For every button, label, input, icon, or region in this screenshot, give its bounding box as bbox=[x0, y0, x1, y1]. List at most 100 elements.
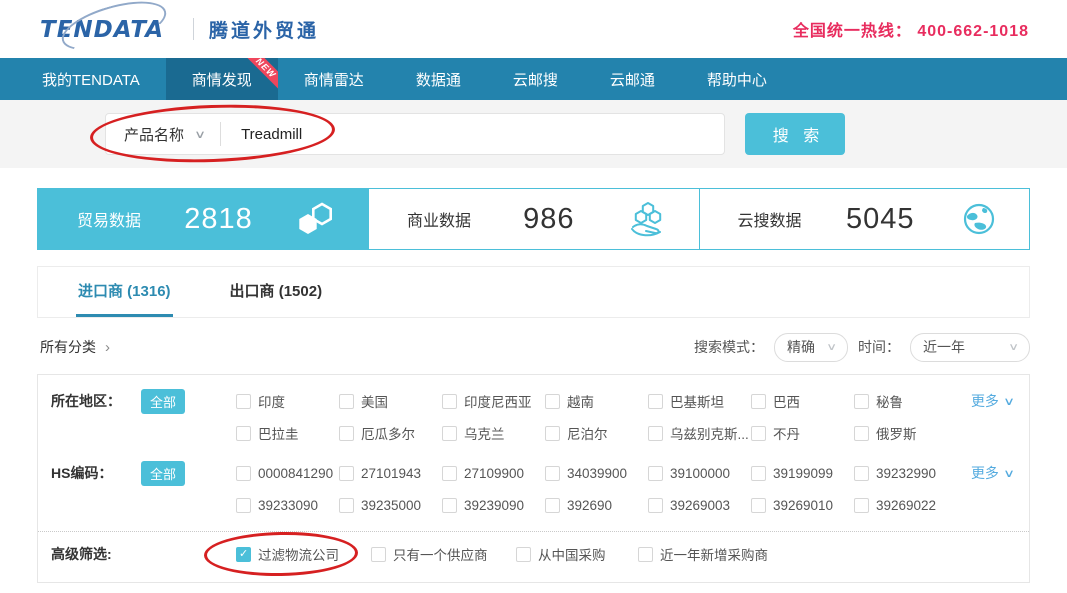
hs-more-link[interactable]: 更多 ∨ bbox=[971, 463, 1013, 483]
hs-option[interactable]: 39269003 bbox=[648, 498, 751, 513]
brand[interactable]: TENDATA 腾道外贸通 bbox=[34, 11, 319, 47]
checkbox-icon[interactable] bbox=[236, 394, 251, 409]
checkbox-icon[interactable] bbox=[648, 426, 663, 441]
advanced-option-single-supplier[interactable]: 只有一个供应商 bbox=[371, 544, 516, 564]
hs-option[interactable]: 0000841290 bbox=[236, 466, 339, 481]
region-option[interactable]: 美国 bbox=[339, 391, 442, 411]
region-option[interactable]: 印度 bbox=[236, 391, 339, 411]
hs-option[interactable]: 39199099 bbox=[751, 466, 854, 481]
search-button[interactable]: 搜 索 bbox=[745, 113, 845, 155]
stat-card-trade-data[interactable]: 贸易数据 2818 bbox=[37, 188, 368, 250]
checkbox-icon[interactable] bbox=[648, 498, 663, 513]
time-value: 近一年 bbox=[923, 337, 965, 357]
search-category-dropdown[interactable]: 产品名称 ∨ bbox=[106, 124, 220, 145]
advanced-option-filter-logistics[interactable]: 过滤物流公司 bbox=[236, 544, 371, 564]
hs-option[interactable]: 39235000 bbox=[339, 498, 442, 513]
region-option[interactable]: 越南 bbox=[545, 391, 648, 411]
time-label: 时间： bbox=[858, 337, 900, 357]
checkbox-icon[interactable] bbox=[339, 394, 354, 409]
hotline-number: 400-662-1018 bbox=[917, 23, 1029, 40]
tab-exporters[interactable]: 出口商 (1502) bbox=[228, 267, 325, 317]
checkbox-icon[interactable] bbox=[751, 394, 766, 409]
region-option[interactable]: 不丹 bbox=[751, 423, 854, 443]
logo-text: TENDATA bbox=[40, 17, 164, 43]
stat-card-business-data[interactable]: 商业数据 986 bbox=[369, 189, 699, 249]
checkbox-icon[interactable] bbox=[236, 498, 251, 513]
hs-option[interactable]: 392690 bbox=[545, 498, 648, 513]
stat-card-cloud-search-data[interactable]: 云搜数据 5045 bbox=[699, 189, 1030, 249]
region-option[interactable]: 俄罗斯 bbox=[854, 423, 957, 443]
nav-item-label: 商情发现 bbox=[192, 69, 252, 90]
checkbox-icon[interactable] bbox=[236, 547, 251, 562]
checkbox-icon[interactable] bbox=[854, 426, 869, 441]
checkbox-icon[interactable] bbox=[638, 547, 653, 562]
nav-item-my-tendata[interactable]: 我的TENDATA bbox=[16, 58, 166, 100]
time-select[interactable]: 近一年 ∨ bbox=[910, 333, 1030, 362]
region-option[interactable]: 巴基斯坦 bbox=[648, 391, 751, 411]
toolbar: 所有分类 › 搜索模式： 精确 ∨ 时间： 近一年 ∨ bbox=[37, 330, 1030, 364]
filter-panel: 所在地区： 全部 印度 美国 印度尼西亚 越南 巴基斯坦 巴西 秘鲁 更多 ∨ … bbox=[37, 374, 1030, 583]
checkbox-icon[interactable] bbox=[751, 466, 766, 481]
checkbox-icon[interactable] bbox=[442, 498, 457, 513]
nav-item-business-discovery[interactable]: 商情发现 NEW bbox=[166, 58, 278, 100]
nav-item-cloud-mail-search[interactable]: 云邮搜 bbox=[487, 58, 584, 100]
checkbox-icon[interactable] bbox=[545, 498, 560, 513]
checkbox-icon[interactable] bbox=[854, 498, 869, 513]
region-more-link[interactable]: 更多 ∨ bbox=[971, 391, 1013, 411]
advanced-option-buy-from-china[interactable]: 从中国采购 bbox=[516, 544, 638, 564]
nav-item-help-center[interactable]: 帮助中心 bbox=[681, 58, 793, 100]
hs-option[interactable]: 39100000 bbox=[648, 466, 751, 481]
search-input[interactable] bbox=[221, 126, 724, 143]
checkbox-icon[interactable] bbox=[236, 466, 251, 481]
hs-option[interactable]: 39232990 bbox=[854, 466, 957, 481]
search-bar: 产品名称 ∨ bbox=[105, 113, 725, 155]
checkbox-icon[interactable] bbox=[339, 426, 354, 441]
checkbox-icon[interactable] bbox=[339, 466, 354, 481]
nav-item-data-link[interactable]: 数据通 bbox=[390, 58, 487, 100]
hs-option[interactable]: 39269022 bbox=[854, 498, 957, 513]
region-filter-row-2: 巴拉圭 厄瓜多尔 乌克兰 尼泊尔 乌兹别克斯... 不丹 俄罗斯 bbox=[38, 417, 1029, 449]
checkbox-icon[interactable] bbox=[751, 498, 766, 513]
checkbox-icon[interactable] bbox=[442, 466, 457, 481]
stat-value: 2818 bbox=[184, 203, 253, 236]
hs-option[interactable]: 27109900 bbox=[442, 466, 545, 481]
region-option[interactable]: 印度尼西亚 bbox=[442, 391, 545, 411]
region-all-badge[interactable]: 全部 bbox=[141, 389, 185, 414]
region-option[interactable]: 尼泊尔 bbox=[545, 423, 648, 443]
region-option[interactable]: 巴拉圭 bbox=[236, 423, 339, 443]
checkbox-icon[interactable] bbox=[371, 547, 386, 562]
all-categories-link[interactable]: 所有分类 › bbox=[40, 337, 110, 357]
checkbox-icon[interactable] bbox=[545, 394, 560, 409]
region-option[interactable]: 乌兹别克斯... bbox=[648, 423, 751, 443]
checkbox-icon[interactable] bbox=[751, 426, 766, 441]
search-mode-select[interactable]: 精确 ∨ bbox=[774, 333, 848, 362]
checkbox-icon[interactable] bbox=[339, 498, 354, 513]
checkbox-icon[interactable] bbox=[648, 394, 663, 409]
region-option[interactable]: 秘鲁 bbox=[854, 391, 957, 411]
hs-option[interactable]: 27101943 bbox=[339, 466, 442, 481]
checkbox-icon[interactable] bbox=[545, 466, 560, 481]
checkbox-icon[interactable] bbox=[442, 394, 457, 409]
hexagons-icon bbox=[296, 201, 336, 237]
checkbox-icon[interactable] bbox=[545, 426, 560, 441]
region-option[interactable]: 巴西 bbox=[751, 391, 854, 411]
hs-option[interactable]: 34039900 bbox=[545, 466, 648, 481]
hs-option[interactable]: 39239090 bbox=[442, 498, 545, 513]
region-option[interactable]: 厄瓜多尔 bbox=[339, 423, 442, 443]
checkbox-icon[interactable] bbox=[648, 466, 663, 481]
hotline-label: 全国统一热线： bbox=[793, 23, 912, 40]
nav-item-cloud-mail[interactable]: 云邮通 bbox=[584, 58, 681, 100]
hs-option[interactable]: 39233090 bbox=[236, 498, 339, 513]
region-option[interactable]: 乌克兰 bbox=[442, 423, 545, 443]
hs-option[interactable]: 39269010 bbox=[751, 498, 854, 513]
checkbox-icon[interactable] bbox=[854, 466, 869, 481]
checkbox-icon[interactable] bbox=[442, 426, 457, 441]
checkbox-icon[interactable] bbox=[516, 547, 531, 562]
tab-importers[interactable]: 进口商 (1316) bbox=[76, 267, 173, 317]
nav-item-business-radar[interactable]: 商情雷达 bbox=[278, 58, 390, 100]
main-nav: 我的TENDATA 商情发现 NEW 商情雷达 数据通 云邮搜 云邮通 帮助中心 bbox=[0, 58, 1067, 100]
checkbox-icon[interactable] bbox=[236, 426, 251, 441]
checkbox-icon[interactable] bbox=[854, 394, 869, 409]
advanced-option-new-buyers[interactable]: 近一年新增采购商 bbox=[638, 544, 768, 564]
hs-all-badge[interactable]: 全部 bbox=[141, 461, 185, 486]
